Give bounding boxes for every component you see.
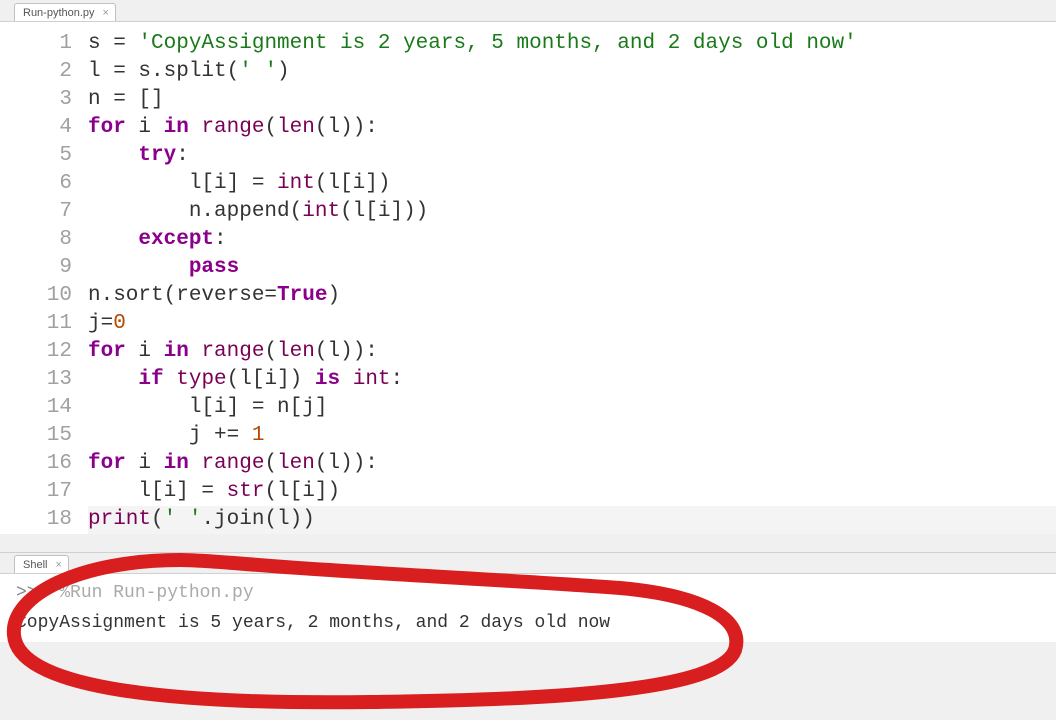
line-number: 7 <box>0 198 72 226</box>
editor-tab-bar: Run-python.py × <box>0 0 1056 22</box>
code-line[interactable]: if type(l[i]) is int: <box>88 366 1056 394</box>
code-line[interactable]: for i in range(len(l)): <box>88 114 1056 142</box>
code-line[interactable]: pass <box>88 254 1056 282</box>
shell-output[interactable]: >>> %Run Run-python.py CopyAssignment is… <box>0 574 1056 642</box>
line-number: 10 <box>0 282 72 310</box>
line-number: 8 <box>0 226 72 254</box>
code-line[interactable]: l[i] = str(l[i]) <box>88 478 1056 506</box>
code-line[interactable]: except: <box>88 226 1056 254</box>
code-line[interactable]: try: <box>88 142 1056 170</box>
code-line[interactable]: l[i] = int(l[i]) <box>88 170 1056 198</box>
line-number: 13 <box>0 366 72 394</box>
line-number: 2 <box>0 58 72 86</box>
shell-tab-bar: Shell × <box>0 552 1056 574</box>
line-number: 14 <box>0 394 72 422</box>
code-line[interactable]: s = 'CopyAssignment is 2 years, 5 months… <box>88 30 1056 58</box>
line-number: 16 <box>0 450 72 478</box>
line-number: 18 <box>0 506 72 534</box>
code-line[interactable]: j=0 <box>88 310 1056 338</box>
code-line[interactable]: print(' '.join(l)) <box>88 506 1056 534</box>
shell-command: %Run Run-python.py <box>59 583 253 603</box>
line-number: 15 <box>0 422 72 450</box>
line-number: 12 <box>0 338 72 366</box>
shell-tab[interactable]: Shell × <box>14 555 69 573</box>
line-number: 3 <box>0 86 72 114</box>
line-number: 5 <box>0 142 72 170</box>
line-number-gutter: 123456789101112131415161718 <box>0 22 88 534</box>
code-line[interactable]: for i in range(len(l)): <box>88 450 1056 478</box>
code-editor[interactable]: 123456789101112131415161718 s = 'CopyAss… <box>0 22 1056 534</box>
code-line[interactable]: l[i] = n[j] <box>88 394 1056 422</box>
line-number: 6 <box>0 170 72 198</box>
line-number: 17 <box>0 478 72 506</box>
line-number: 4 <box>0 114 72 142</box>
editor-tab-title: Run-python.py <box>23 7 95 19</box>
line-number: 11 <box>0 310 72 338</box>
shell-prompt: >>> <box>16 583 59 603</box>
shell-output-line: CopyAssignment is 5 years, 2 months, and… <box>16 608 1040 638</box>
code-line[interactable]: n = [] <box>88 86 1056 114</box>
editor-tab[interactable]: Run-python.py × <box>14 3 116 21</box>
code-area[interactable]: s = 'CopyAssignment is 2 years, 5 months… <box>88 22 1056 534</box>
shell-tab-title: Shell <box>23 559 47 571</box>
line-number: 1 <box>0 30 72 58</box>
line-number: 9 <box>0 254 72 282</box>
close-icon[interactable]: × <box>101 8 111 19</box>
shell-panel: Shell × >>> %Run Run-python.py CopyAssig… <box>0 552 1056 642</box>
close-icon[interactable]: × <box>53 560 63 571</box>
code-line[interactable]: n.append(int(l[i])) <box>88 198 1056 226</box>
code-line[interactable]: n.sort(reverse=True) <box>88 282 1056 310</box>
code-line[interactable]: for i in range(len(l)): <box>88 338 1056 366</box>
code-line[interactable]: j += 1 <box>88 422 1056 450</box>
shell-command-line: >>> %Run Run-python.py <box>16 578 1040 608</box>
code-line[interactable]: l = s.split(' ') <box>88 58 1056 86</box>
